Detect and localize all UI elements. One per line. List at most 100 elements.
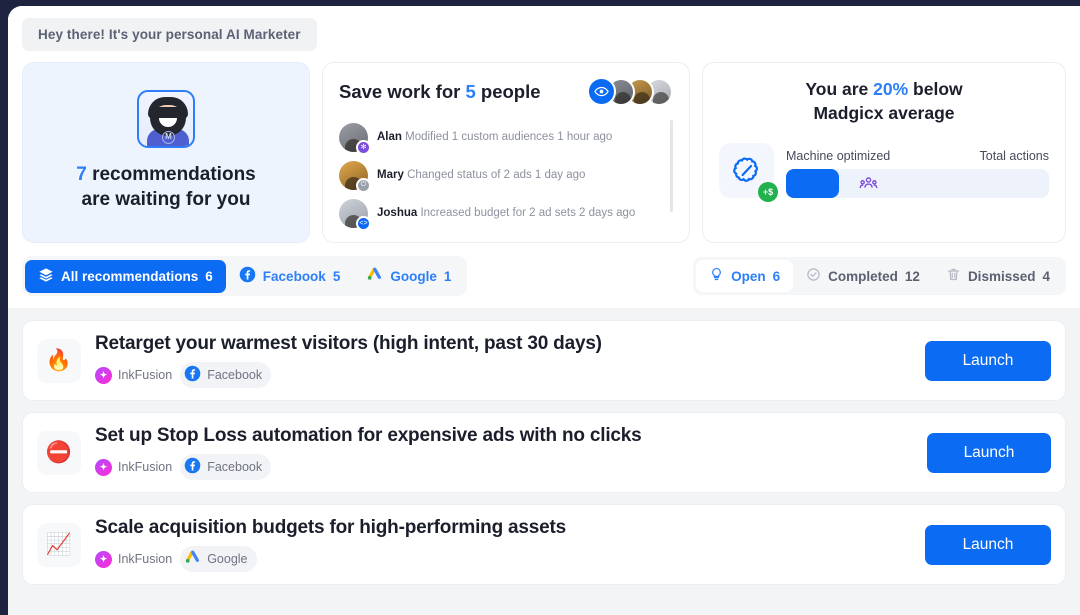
filter-google[interactable]: Google 1 (353, 259, 464, 293)
power-icon: ⏻ (356, 177, 371, 193)
filter-dismissed[interactable]: Dismissed 4 (933, 260, 1063, 292)
money-badge: +$ (758, 182, 778, 202)
top-section: Hey there! It's your personal AI Markete… (8, 6, 1080, 308)
madgicx-average-title: You are 20% below Madgicx average (719, 77, 1049, 125)
source-filter-group: All recommendations 6 Facebook 5 Google … (22, 256, 468, 296)
filter-label: Facebook (262, 268, 326, 284)
list-item[interactable]: ⏻ Mary Changed status of 2 ads 1 day ago (339, 156, 661, 194)
save-work-title-pre: Save work for (339, 80, 466, 102)
filter-completed[interactable]: Completed 12 (793, 260, 933, 292)
save-work-card: Save work for 5 people ✻ Alan Modified 1… (322, 62, 690, 243)
activity-user-name: Alan (377, 131, 402, 143)
activity-description: Modified 1 custom audiences 1 hour ago (405, 131, 613, 143)
save-work-people-count: 5 (465, 80, 476, 102)
platform-label: Facebook (207, 368, 263, 382)
launch-button[interactable]: Launch (925, 524, 1051, 565)
recommendation-title: Scale acquisition budgets for high-perfo… (95, 517, 567, 538)
filter-label: Open (731, 268, 766, 284)
save-work-title-post: people (475, 80, 541, 102)
filter-facebook[interactable]: Facebook 5 (226, 259, 354, 293)
facebook-icon (239, 266, 256, 286)
brand-label: InkFusion (118, 552, 173, 566)
recommendation-content: Scale acquisition budgets for high-perfo… (95, 517, 925, 572)
eye-icon[interactable] (587, 77, 616, 106)
list-item[interactable]: ✻ Alan Modified 1 custom audiences 1 hou… (339, 118, 661, 156)
filter-count: 1 (443, 268, 452, 284)
launch-button[interactable]: Launch (927, 432, 1051, 473)
filter-count: 12 (904, 268, 920, 284)
avatar-stack[interactable] (587, 77, 673, 106)
launch-button[interactable]: Launch (925, 340, 1051, 381)
recommendations-count-text: 7 recommendations are waiting for you (76, 162, 256, 212)
app-frame: Hey there! It's your personal AI Markete… (0, 0, 1080, 615)
activity-text: Mary Changed status of 2 ads 1 day ago (377, 169, 585, 181)
brand-chip: ✦ InkFusion (95, 458, 173, 476)
layers-icon (38, 267, 54, 286)
recommendations-count: 7 (76, 163, 87, 185)
google-ads-icon (184, 549, 201, 569)
stats-title-pre: You are (805, 79, 874, 99)
brand-label: InkFusion (118, 460, 173, 474)
recommendations-summary-card: M 7 recommendations are waiting for you (22, 62, 310, 243)
brand-chip: ✦ InkFusion (95, 366, 173, 384)
recommendation-row[interactable]: 🔥 Retarget your warmest visitors (high i… (22, 320, 1066, 401)
activity-user-name: Mary (377, 169, 404, 181)
activity-text: Joshua Increased budget for 2 ad sets 2 … (377, 207, 635, 219)
recommendation-meta: ✦ InkFusion Facebook (95, 454, 927, 480)
activity-text: Alan Modified 1 custom audiences 1 hour … (377, 131, 612, 143)
stats-title-line2: Madgicx average (813, 103, 955, 123)
platform-chip: Facebook (180, 362, 272, 388)
list-item[interactable]: <> Joshua Increased budget for 2 ad sets… (339, 194, 661, 232)
filter-count: 6 (205, 268, 213, 284)
activity-user-name: Joshua (377, 207, 418, 219)
code-icon: <> (356, 215, 371, 231)
save-work-title: Save work for 5 people (339, 81, 541, 103)
recommendations-list: 🔥 Retarget your warmest visitors (high i… (8, 308, 1080, 615)
trash-icon (946, 267, 961, 285)
stats-percent-value: 20% (873, 79, 909, 99)
filter-label: Dismissed (967, 268, 1036, 284)
google-ads-icon (366, 266, 383, 286)
recommendations-count-label: recommendations (86, 163, 256, 185)
no-entry-icon: ⛔ (37, 430, 81, 475)
inkfusion-logo-icon: ✦ (95, 366, 112, 384)
total-actions-label: Total actions (979, 149, 1049, 163)
filters-row: All recommendations 6 Facebook 5 Google … (22, 256, 1066, 308)
activity-description: Changed status of 2 ads 1 day ago (407, 169, 586, 181)
chart-increasing-icon: 📈 (37, 522, 81, 567)
recommendation-row[interactable]: ⛔ Set up Stop Loss automation for expens… (22, 412, 1066, 493)
progress-area: Machine optimized Total actions (786, 149, 1049, 198)
recommendations-waiting-label: are waiting for you (81, 188, 251, 210)
filter-all-recommendations[interactable]: All recommendations 6 (25, 259, 226, 293)
page-root: Hey there! It's your personal AI Markete… (8, 6, 1080, 615)
filter-open[interactable]: Open 6 (696, 260, 794, 292)
machine-optimized-label: Machine optimized (786, 149, 891, 163)
brand-chip: ✦ InkFusion (95, 550, 173, 568)
filter-label: Completed (828, 268, 898, 284)
stats-title-post: below (908, 79, 963, 99)
recommendation-title: Retarget your warmest visitors (high int… (95, 333, 602, 354)
avatar: ✻ (339, 122, 371, 155)
platform-label: Facebook (207, 460, 263, 474)
brand-label: InkFusion (118, 368, 173, 382)
recommendation-content: Retarget your warmest visitors (high int… (95, 333, 925, 388)
recommendation-title: Set up Stop Loss automation for expensiv… (95, 425, 642, 446)
activity-description: Increased budget for 2 ad sets 2 days ag… (420, 207, 636, 219)
greeting-banner: Hey there! It's your personal AI Markete… (22, 18, 317, 51)
inkfusion-logo-icon: ✦ (95, 550, 112, 568)
status-filter-group: Open 6 Completed 12 Dismissed 4 (693, 257, 1066, 295)
save-work-header: Save work for 5 people (339, 77, 673, 106)
ai-marketer-mascot-icon: M (137, 89, 195, 148)
recommendation-meta: ✦ InkFusion Facebook (95, 362, 925, 388)
progress-bar-track (786, 169, 1049, 198)
inkfusion-logo-icon: ✦ (95, 458, 112, 476)
recommendation-meta: ✦ InkFusion Google (95, 546, 925, 572)
check-circle-icon (806, 267, 821, 285)
filter-count: 5 (332, 268, 341, 284)
activity-scrollbar[interactable] (670, 120, 673, 212)
activity-list: ✻ Alan Modified 1 custom audiences 1 hou… (339, 118, 673, 232)
recommendation-row[interactable]: 📈 Scale acquisition budgets for high-per… (22, 504, 1066, 585)
avatar: ⏻ (339, 160, 371, 193)
progress-bar-fill (786, 169, 839, 198)
filter-label: All recommendations (61, 268, 199, 284)
